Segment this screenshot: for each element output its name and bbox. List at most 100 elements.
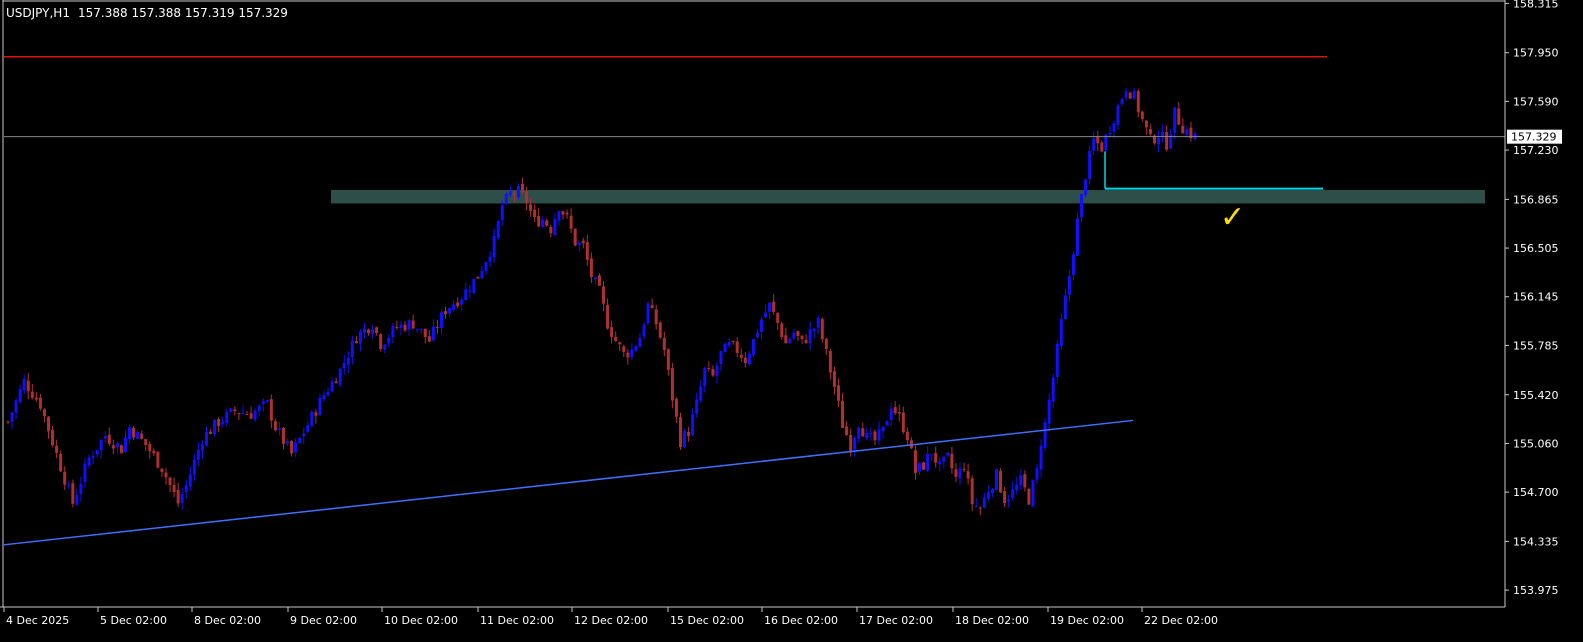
candle-body <box>160 468 164 472</box>
candle-body <box>302 433 306 437</box>
candle-body <box>22 378 26 391</box>
candle-body <box>974 505 978 507</box>
x-tick-label: 4 Dec 2025 <box>6 614 69 627</box>
candle-body <box>87 457 91 466</box>
candle-body <box>913 450 917 473</box>
candle-body <box>715 365 719 376</box>
candle-body <box>962 469 966 471</box>
x-tick-label: 8 Dec 02:00 <box>194 614 261 627</box>
candle-body <box>1144 120 1148 128</box>
candle-body <box>379 334 383 350</box>
candle-body <box>26 380 30 392</box>
candle-body <box>784 335 788 344</box>
candle-body <box>290 440 294 454</box>
candle-body <box>261 401 265 404</box>
candle-body <box>573 228 577 246</box>
candle-body <box>1173 107 1177 133</box>
candle-body <box>541 219 545 227</box>
candle-body <box>780 323 784 337</box>
candle-body <box>999 470 1003 493</box>
candle-body <box>1039 445 1043 470</box>
candle-body <box>869 432 873 434</box>
candle-body <box>707 368 711 370</box>
candle-body <box>334 381 338 384</box>
candle-body <box>500 205 504 220</box>
chart-background <box>0 0 1583 638</box>
candle-body <box>589 258 593 278</box>
candle-body <box>200 444 204 451</box>
candle-body <box>395 326 399 328</box>
candle-body <box>403 324 407 331</box>
candle-body <box>760 319 764 333</box>
chart-window[interactable]: ✓ 158.315 157.950 157.590 157.230 156.865 156… <box>0 0 1583 638</box>
candle-body <box>79 483 83 494</box>
candle-body <box>342 362 346 369</box>
x-tick-label: 15 Dec 02:00 <box>670 614 744 627</box>
candle-body <box>111 445 115 449</box>
candle-body <box>371 329 375 335</box>
candle-body <box>658 322 662 338</box>
candle-body <box>504 193 508 204</box>
candle-body <box>257 405 261 411</box>
price-chart[interactable]: ✓ 158.315 157.950 157.590 157.230 156.865 156… <box>0 0 1583 638</box>
candle-body <box>525 191 529 204</box>
candle-body <box>241 412 245 414</box>
candle-body <box>253 410 257 420</box>
candle-body <box>1148 128 1152 135</box>
candle-body <box>703 367 707 387</box>
candle-body <box>792 332 796 339</box>
candle-body <box>877 429 881 441</box>
candle-body <box>1193 133 1197 139</box>
candle-body <box>1157 138 1161 145</box>
candle-body <box>1165 132 1169 150</box>
candle-body <box>845 426 849 436</box>
candle-body <box>209 431 213 434</box>
x-tick-label: 16 Dec 02:00 <box>764 614 838 627</box>
candle-body <box>557 211 561 221</box>
candle-body <box>622 346 626 352</box>
candle-body <box>326 392 330 396</box>
candle-body <box>683 431 687 447</box>
candle-body <box>711 369 715 376</box>
y-tick-label: 157.950 <box>1513 47 1559 60</box>
candle-body <box>1181 125 1185 134</box>
candle-body <box>144 439 148 446</box>
candle-body <box>286 441 290 444</box>
candle-body <box>367 329 371 334</box>
candle-body <box>893 407 897 414</box>
candle-body <box>581 240 585 244</box>
candle-body <box>954 469 958 477</box>
candle-body <box>569 215 573 229</box>
candle-body <box>51 429 55 446</box>
candle-body <box>731 341 735 343</box>
y-tick-label: 153.975 <box>1513 584 1559 597</box>
candle-body <box>411 320 415 329</box>
candle-body <box>1132 90 1136 99</box>
candle-body <box>184 484 188 493</box>
candle-body <box>828 351 832 373</box>
candle-body <box>168 477 172 485</box>
candle-body <box>1063 295 1067 319</box>
candle-body <box>719 351 723 365</box>
candle-body <box>34 397 38 400</box>
candle-body <box>176 490 180 504</box>
candle-body <box>59 453 63 472</box>
x-tick-label: 19 Dec 02:00 <box>1050 614 1124 627</box>
candle-body <box>1084 179 1088 196</box>
candle-body <box>606 304 610 329</box>
candle-body <box>901 412 905 433</box>
candle-body <box>439 312 443 329</box>
candle-body <box>747 353 751 365</box>
candle-body <box>71 483 75 504</box>
candle-body <box>512 193 516 195</box>
candle-body <box>128 427 132 440</box>
support-zone[interactable] <box>331 189 1485 204</box>
y-tick-label: 155.785 <box>1513 339 1559 352</box>
y-tick-label: 156.145 <box>1513 291 1559 304</box>
candle-body <box>545 220 549 226</box>
candle-body <box>387 337 391 344</box>
candle-body <box>152 450 156 454</box>
candle-body <box>626 352 630 358</box>
candle-body <box>1047 399 1051 424</box>
candle-body <box>687 431 691 437</box>
